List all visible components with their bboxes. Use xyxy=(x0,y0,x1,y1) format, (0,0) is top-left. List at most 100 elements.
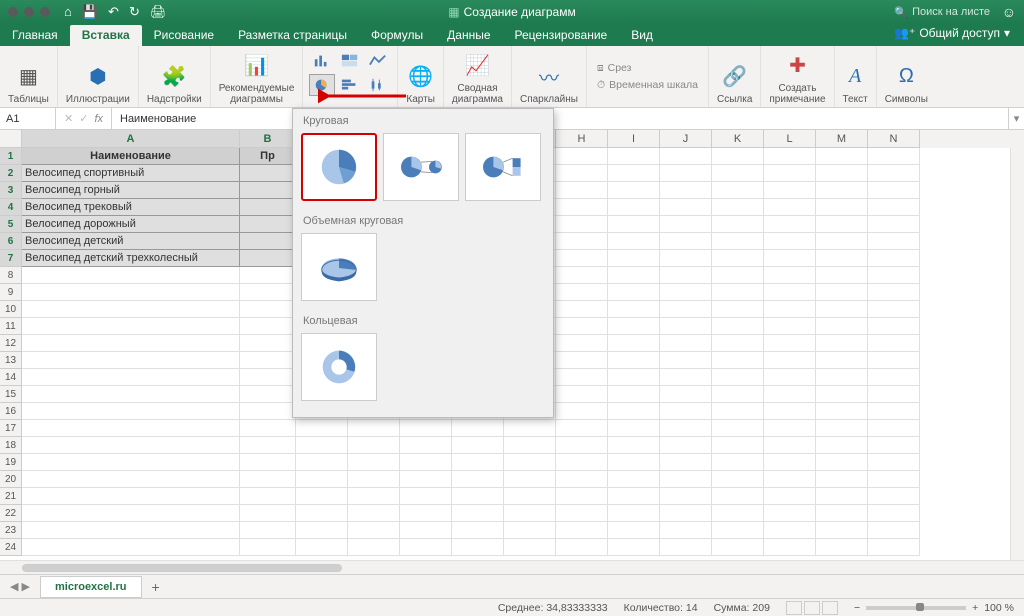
row-header[interactable]: 12 xyxy=(0,335,22,352)
row-header[interactable]: 19 xyxy=(0,454,22,471)
grid-cell[interactable] xyxy=(504,420,556,437)
grid-cell[interactable] xyxy=(608,403,660,420)
grid-cell[interactable] xyxy=(556,539,608,556)
grid-cell[interactable] xyxy=(240,403,296,420)
cancel-icon[interactable]: ✕ xyxy=(64,112,73,125)
grid-cell[interactable] xyxy=(22,403,240,420)
grid-cell[interactable] xyxy=(296,437,348,454)
ribbon-text[interactable]: A Текст xyxy=(835,46,877,107)
column-header[interactable]: I xyxy=(608,130,660,148)
grid-cell[interactable] xyxy=(504,522,556,539)
tab-formulas[interactable]: Формулы xyxy=(359,25,435,46)
grid-cell[interactable] xyxy=(816,284,868,301)
grid-cell[interactable]: Велосипед дорожный xyxy=(22,216,240,233)
grid-cell[interactable] xyxy=(240,488,296,505)
grid-cell[interactable] xyxy=(22,369,240,386)
grid-cell[interactable] xyxy=(608,148,660,165)
grid-cell[interactable] xyxy=(452,454,504,471)
grid-cell[interactable] xyxy=(816,182,868,199)
grid-cell[interactable] xyxy=(608,318,660,335)
grid-cell[interactable]: Велосипед детский трехколесный xyxy=(22,250,240,267)
grid-cell[interactable] xyxy=(22,386,240,403)
grid-cell[interactable] xyxy=(712,182,764,199)
grid-cell[interactable] xyxy=(712,437,764,454)
grid-cell[interactable] xyxy=(712,233,764,250)
grid-cell[interactable] xyxy=(764,335,816,352)
pie-2d-option[interactable] xyxy=(301,133,377,201)
slicer-button[interactable]: ⧈Срез xyxy=(597,62,698,75)
grid-cell[interactable] xyxy=(868,352,920,369)
grid-cell[interactable] xyxy=(240,522,296,539)
ribbon-comment[interactable]: ✚ Создать примечание xyxy=(761,46,834,107)
grid-cell[interactable] xyxy=(660,352,712,369)
grid-cell[interactable] xyxy=(296,471,348,488)
grid-cell[interactable] xyxy=(22,539,240,556)
grid-cell[interactable] xyxy=(22,454,240,471)
grid-cell[interactable] xyxy=(608,539,660,556)
grid-cell[interactable] xyxy=(816,471,868,488)
grid-cell[interactable] xyxy=(868,182,920,199)
grid-cell[interactable] xyxy=(712,148,764,165)
grid-cell[interactable] xyxy=(712,284,764,301)
grid-cell[interactable] xyxy=(556,182,608,199)
grid-cell[interactable] xyxy=(868,488,920,505)
row-header[interactable]: 7 xyxy=(0,250,22,267)
grid-cell[interactable] xyxy=(868,216,920,233)
grid-cell[interactable] xyxy=(660,267,712,284)
grid-cell[interactable] xyxy=(712,522,764,539)
grid-cell[interactable] xyxy=(660,420,712,437)
grid-cell[interactable] xyxy=(660,148,712,165)
grid-cell[interactable] xyxy=(296,454,348,471)
grid-cell[interactable] xyxy=(240,539,296,556)
grid-cell[interactable] xyxy=(764,539,816,556)
grid-cell[interactable] xyxy=(816,437,868,454)
grid-cell[interactable] xyxy=(868,386,920,403)
grid-cell[interactable] xyxy=(816,318,868,335)
grid-cell[interactable] xyxy=(556,420,608,437)
window-controls[interactable] xyxy=(0,7,58,17)
timeline-button[interactable]: ⏱Временная шкала xyxy=(597,79,698,92)
grid-cell[interactable] xyxy=(400,505,452,522)
grid-cell[interactable] xyxy=(764,386,816,403)
grid-cell[interactable] xyxy=(712,335,764,352)
grid-cell[interactable] xyxy=(348,437,400,454)
grid-cell[interactable] xyxy=(504,505,556,522)
grid-cell[interactable] xyxy=(868,165,920,182)
grid-cell[interactable] xyxy=(240,420,296,437)
grid-cell[interactable] xyxy=(764,165,816,182)
grid-cell[interactable] xyxy=(764,148,816,165)
grid-cell[interactable] xyxy=(400,454,452,471)
grid-cell[interactable] xyxy=(348,539,400,556)
grid-cell[interactable] xyxy=(400,437,452,454)
grid-cell[interactable]: Велосипед горный xyxy=(22,182,240,199)
save-icon[interactable]: 💾 xyxy=(82,4,98,20)
grid-cell[interactable] xyxy=(608,233,660,250)
column-header[interactable]: H xyxy=(556,130,608,148)
grid-cell[interactable] xyxy=(712,301,764,318)
grid-cell[interactable] xyxy=(712,267,764,284)
grid-cell[interactable] xyxy=(868,420,920,437)
grid-cell[interactable] xyxy=(400,471,452,488)
grid-cell[interactable] xyxy=(764,318,816,335)
ribbon-illustrations[interactable]: ⬢ Иллюстрации xyxy=(58,46,139,107)
grid-cell[interactable] xyxy=(764,250,816,267)
view-switcher[interactable] xyxy=(786,601,838,615)
formula-expand[interactable]: ▾ xyxy=(1008,108,1024,129)
grid-cell[interactable] xyxy=(400,539,452,556)
ribbon-tables[interactable]: ▦ Таблицы xyxy=(0,46,58,107)
row-header[interactable]: 14 xyxy=(0,369,22,386)
grid-cell[interactable] xyxy=(660,386,712,403)
grid-cell[interactable] xyxy=(452,505,504,522)
grid-cell[interactable] xyxy=(556,335,608,352)
grid-cell[interactable] xyxy=(240,267,296,284)
grid-cell[interactable] xyxy=(22,284,240,301)
grid-cell[interactable] xyxy=(816,369,868,386)
grid-cell[interactable] xyxy=(764,420,816,437)
doughnut-option[interactable] xyxy=(301,333,377,401)
grid-cell[interactable] xyxy=(868,301,920,318)
grid-cell[interactable] xyxy=(660,318,712,335)
tab-home[interactable]: Главная xyxy=(0,25,70,46)
grid-cell[interactable] xyxy=(764,352,816,369)
grid-cell[interactable] xyxy=(240,250,296,267)
grid-cell[interactable] xyxy=(556,437,608,454)
